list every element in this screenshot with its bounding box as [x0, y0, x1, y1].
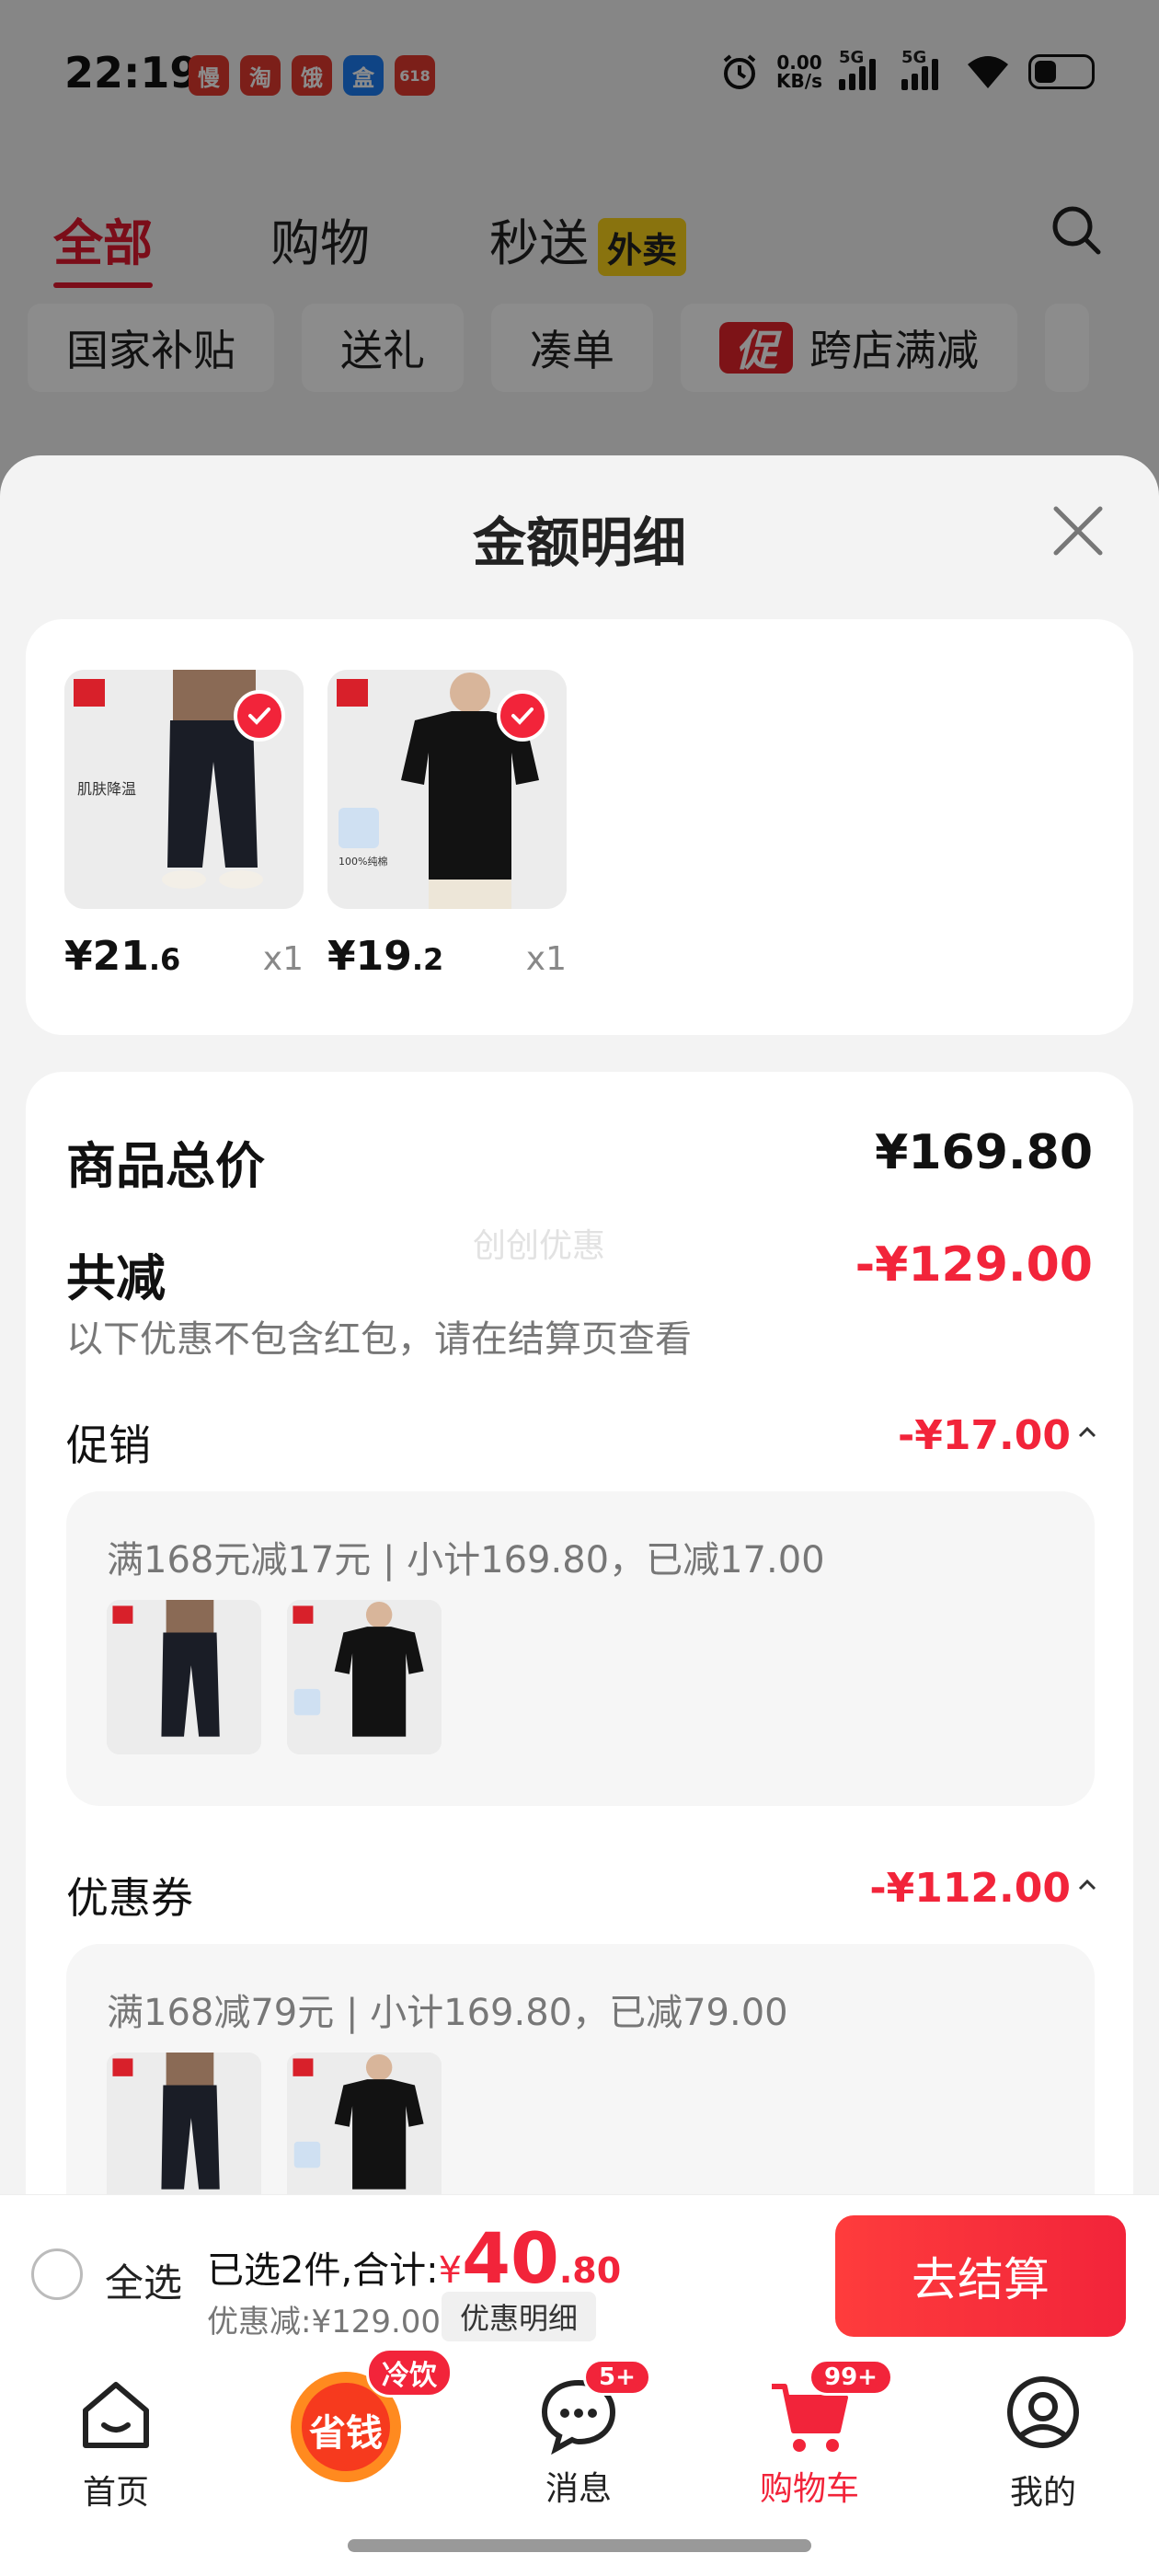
item-quantity: x1: [262, 940, 304, 978]
coupon-detail-box: 满168减79元 | 小计169.80，已减79.00: [66, 1944, 1095, 2194]
product-caption: 肌肤降温: [77, 780, 136, 798]
item-price: ¥21.6: [64, 933, 181, 980]
close-icon[interactable]: [1050, 503, 1106, 558]
total-decimal: .80: [558, 2250, 622, 2291]
nav-home-label: 首页: [82, 2474, 149, 2512]
nav-profile[interactable]: 我的: [970, 2374, 1117, 2513]
checkout-bar: 全选 已选2件,合计:¥40.80 优惠减:¥129.00 优惠明细 去结算: [0, 2194, 1159, 2355]
home-icon: [83, 2382, 149, 2448]
save-money-icon: 省钱 冷饮: [287, 2348, 453, 2486]
currency-symbol: ¥: [438, 2249, 463, 2292]
product-image-pants: 肌肤降温: [64, 670, 304, 909]
chevron-up-icon[interactable]: [1076, 1874, 1098, 1896]
coupon-value: -¥112.00: [869, 1865, 1071, 1912]
discount-detail-button[interactable]: 优惠明细: [442, 2292, 597, 2341]
price-detail-card: 商品总价 ¥169.80 创创优惠 共减 -¥129.00 以下优惠不包含红包，…: [26, 1072, 1133, 2194]
product-caption: 100%纯棉: [339, 855, 387, 868]
selected-item[interactable]: 肌肤降温 ¥21.6 x1: [64, 670, 304, 988]
discount-amount: 优惠减:¥129.00: [207, 2304, 442, 2340]
select-all-label[interactable]: 全选: [105, 2252, 182, 2308]
item-price: ¥19.2: [327, 933, 444, 980]
coupon-rule: 满168减79元 | 小计169.80，已减79.00: [107, 1992, 788, 2034]
total-reduction-label: 共减: [66, 1249, 166, 1307]
nav-messages-label: 消息: [545, 2470, 612, 2508]
promotion-rule: 满168元减17元 | 小计169.80，已减17.00: [107, 1539, 825, 1581]
promotion-value: -¥17.00: [897, 1412, 1071, 1459]
message-badge: 5+: [583, 2359, 651, 2396]
nav-home[interactable]: 首页: [42, 2374, 189, 2513]
select-all-radio[interactable]: [31, 2248, 83, 2300]
product-thumbnail: [107, 2053, 261, 2194]
message-icon: 5+: [537, 2359, 651, 2456]
total-integer: 40: [462, 2217, 559, 2299]
cold-drink-badge: 冷饮: [366, 2348, 453, 2398]
item-price-row: ¥21.6 x1: [64, 933, 304, 988]
product-thumbnail: [287, 2053, 442, 2194]
item-quantity: x1: [525, 940, 567, 978]
product-thumbnail: [107, 1600, 261, 1754]
selected-total: 已选2件,合计:¥40.80: [207, 2217, 621, 2299]
home-indicator[interactable]: [348, 2539, 811, 2552]
nav-messages[interactable]: 5+ 消息: [505, 2359, 652, 2510]
nav-profile-label: 我的: [1009, 2474, 1076, 2512]
selected-item[interactable]: 100%纯棉 ¥19.2 x1: [327, 670, 567, 988]
product-image-tshirt: 100%纯棉: [327, 670, 567, 909]
total-price-value: ¥169.80: [875, 1125, 1093, 1180]
product-thumbnail: [287, 1600, 442, 1754]
profile-icon: [1007, 2376, 1079, 2448]
sheet-title: 金额明细: [472, 512, 686, 574]
total-reduction-value: -¥129.00: [855, 1237, 1093, 1293]
coupon-thumbnails: [107, 2053, 442, 2194]
promotion-thumbnails: [107, 1600, 442, 1754]
nav-cart-label: 购物车: [759, 2470, 859, 2508]
cart-icon: 99+: [768, 2359, 893, 2456]
item-price-row: ¥19.2 x1: [327, 933, 567, 988]
save-money-text: 省钱: [309, 2412, 383, 2455]
promotion-detail-box: 满168元减17元 | 小计169.80，已减17.00: [66, 1491, 1095, 1806]
selected-count-label: 已选2件,合计:: [207, 2249, 439, 2292]
check-icon[interactable]: [497, 690, 548, 742]
amount-detail-sheet: 金额明细 肌肤降温 ¥21.6 x1 100%纯棉 ¥19.2 x1 商品总价 …: [0, 455, 1159, 2194]
coupon-label: 优惠券: [66, 1873, 193, 1923]
cart-badge: 99+: [809, 2359, 893, 2396]
nav-cart[interactable]: 99+ 购物车: [736, 2359, 893, 2510]
watermark: 创创优惠: [473, 1227, 606, 1265]
total-price-label: 商品总价: [66, 1137, 265, 1195]
reduction-note: 以下优惠不包含红包，请在结算页查看: [66, 1318, 692, 1361]
chevron-up-icon[interactable]: [1076, 1421, 1098, 1443]
check-icon[interactable]: [234, 690, 285, 742]
checkout-button[interactable]: 去结算: [835, 2215, 1126, 2337]
selected-items-card: 肌肤降温 ¥21.6 x1 100%纯棉 ¥19.2 x1: [26, 619, 1133, 1035]
nav-save-money[interactable]: 省钱 冷饮: [272, 2348, 453, 2491]
promotion-label: 促销: [66, 1420, 151, 1470]
